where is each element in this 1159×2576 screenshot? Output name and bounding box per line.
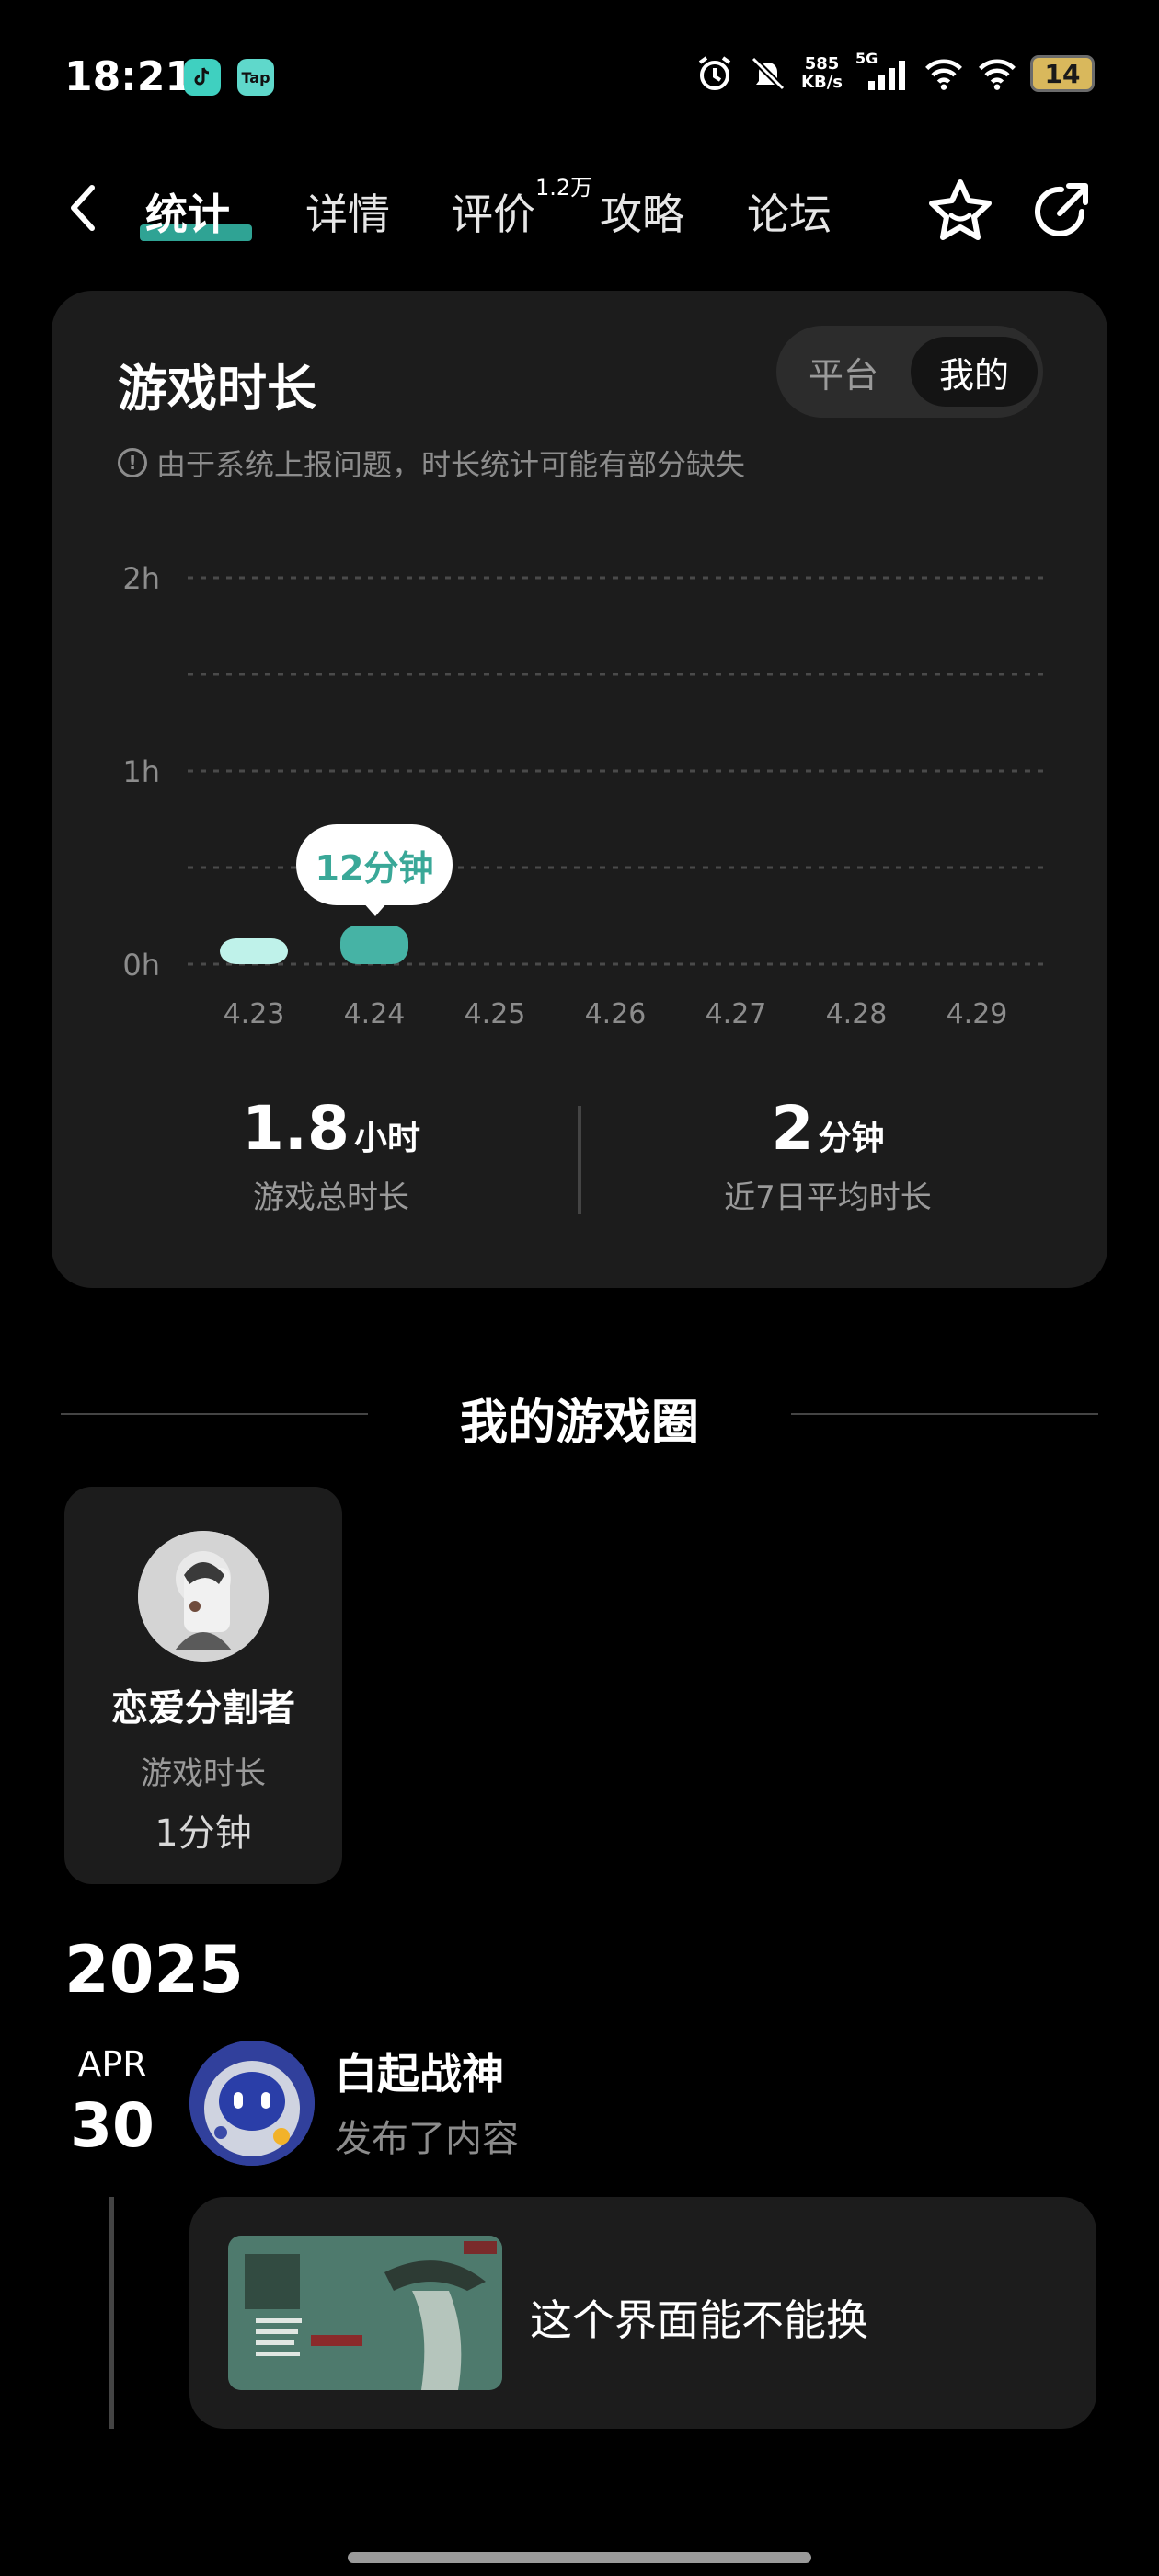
toggle-platform[interactable]: 平台 xyxy=(780,337,907,407)
tooltip-pointer xyxy=(362,902,388,916)
game-circle-title: 我的游戏圈 xyxy=(459,1396,699,1451)
home-indicator[interactable] xyxy=(348,2552,811,2563)
tab-reviews[interactable]: 评价 xyxy=(451,181,535,242)
tab-stats[interactable]: 统计 xyxy=(145,181,230,242)
tap-app-icon: Tap xyxy=(237,59,274,96)
author-name[interactable]: 白起战神 xyxy=(335,2041,504,2101)
y-tick-label: 0h xyxy=(122,948,160,983)
tab-details[interactable]: 详情 xyxy=(305,181,390,242)
cellular-signal-icon: 5G xyxy=(855,50,911,94)
mute-bell-icon xyxy=(748,53,788,94)
wifi-icon xyxy=(924,53,964,94)
total-playtime-label: 游戏总时长 xyxy=(253,1179,409,1216)
battery-indicator: 14 xyxy=(1030,55,1095,92)
y-tick-label: 2h xyxy=(122,561,160,596)
total-playtime: 1.8 小时 xyxy=(138,1093,524,1164)
stats-divider xyxy=(578,1106,581,1214)
avg-playtime-value: 2 xyxy=(771,1093,814,1164)
status-time: 18:21 xyxy=(64,53,194,100)
status-icons: 585 KB/s 5G 14 xyxy=(694,50,1095,94)
playtime-title: 游戏时长 xyxy=(118,360,316,418)
member-name: 恋爱分割者 xyxy=(111,1687,295,1730)
tiktok-icon xyxy=(184,59,221,96)
section-divider-left xyxy=(61,1413,368,1415)
x-tick-label: 4.23 xyxy=(224,998,285,1030)
author-avatar[interactable] xyxy=(189,2041,315,2166)
share-icon[interactable] xyxy=(1027,177,1096,247)
avg-playtime: 2 分钟 xyxy=(635,1093,1021,1164)
avg-playtime-label: 近7日平均时长 xyxy=(724,1179,932,1216)
net-speed: 585 KB/s xyxy=(801,54,843,92)
back-button[interactable] xyxy=(64,180,101,236)
x-tick-label: 4.24 xyxy=(344,998,406,1030)
total-playtime-value: 1.8 xyxy=(241,1093,350,1164)
reviews-count-badge: 1.2万 xyxy=(535,175,593,201)
member-stat-label: 游戏时长 xyxy=(141,1755,266,1792)
playtime-chart: 2h 1h 0h 4.23 4.24 4.25 4.26 4.27 4.28 4.29 xyxy=(122,561,1043,1030)
member-stat-value: 1分钟 xyxy=(155,1812,252,1855)
favorite-star-icon[interactable] xyxy=(924,175,997,248)
total-playtime-unit: 小时 xyxy=(354,1120,421,1157)
tab-forum[interactable]: 论坛 xyxy=(747,181,832,242)
timeline-line xyxy=(109,2197,114,2429)
chart-bar-4.23[interactable] xyxy=(220,938,288,964)
wifi-icon-2 xyxy=(977,53,1017,94)
tab-guides[interactable]: 攻略 xyxy=(600,181,684,242)
x-tick-label: 4.28 xyxy=(826,998,888,1030)
alarm-icon xyxy=(694,53,735,94)
timeline-year: 2025 xyxy=(64,1932,244,2007)
toggle-mine[interactable]: 我的 xyxy=(911,337,1038,407)
x-tick-label: 4.26 xyxy=(585,998,647,1030)
notice-text: 由于系统上报问题，时长统计可能有部分缺失 xyxy=(156,447,746,482)
section-divider-right xyxy=(791,1413,1098,1415)
author-action: 发布了内容 xyxy=(335,2118,519,2160)
y-tick-label: 1h xyxy=(122,754,160,789)
x-tick-label: 4.27 xyxy=(706,998,767,1030)
timeline-day: 30 xyxy=(70,2090,155,2161)
post-thumbnail[interactable] xyxy=(228,2236,502,2390)
bar-tooltip: 12分钟 xyxy=(296,824,453,905)
avg-playtime-unit: 分钟 xyxy=(818,1120,885,1157)
chart-bar-4.24[interactable] xyxy=(340,926,408,964)
timeline-month: APR xyxy=(77,2044,147,2085)
avatar[interactable] xyxy=(138,1531,269,1662)
post-text: 这个界面能不能换 xyxy=(530,2295,868,2345)
data-notice: ! 由于系统上报问题，时长统计可能有部分缺失 xyxy=(118,442,745,484)
x-tick-label: 4.25 xyxy=(465,998,526,1030)
x-tick-label: 4.29 xyxy=(947,998,1008,1030)
info-icon: ! xyxy=(118,448,147,477)
